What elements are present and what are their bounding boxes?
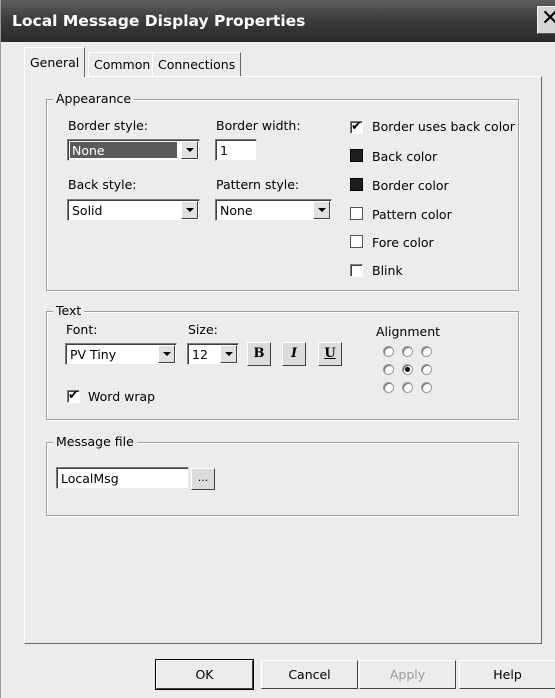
blink-label: Blink [372,263,403,278]
back-style-value: Solid [72,203,103,218]
alignment-label: Alignment [376,324,441,339]
border-style-value: None [70,142,177,158]
chevron-down-icon[interactable] [181,201,198,219]
border-width-input[interactable]: 1 [215,139,257,161]
pattern-style-select[interactable]: None [215,199,332,221]
align-top-center-radio[interactable] [402,346,413,357]
align-bottom-left-radio[interactable] [383,382,394,393]
bold-button[interactable]: B [247,342,271,366]
align-middle-center-radio[interactable] [402,364,413,375]
font-value: PV Tiny [70,347,117,362]
size-select[interactable]: 12 [187,343,239,365]
border-color-label[interactable]: Border color [372,179,449,193]
bold-icon: B [253,346,265,361]
border-width-label: Border width: [216,118,301,133]
title-bar[interactable]: Local Message Display Properties ✕ [1,0,555,42]
apply-label: Apply [389,667,426,682]
tab-common-label: Common [94,57,151,72]
pattern-color-label[interactable]: Pattern color [372,208,452,222]
size-value: 12 [192,347,208,362]
align-bottom-right-radio[interactable] [421,382,432,393]
border-width-value: 1 [220,143,228,158]
browse-button[interactable]: ... [191,468,215,490]
font-select[interactable]: PV Tiny [65,343,177,365]
close-button[interactable]: ✕ [537,6,555,34]
general-tab-panel: Appearance Border style: None Border wid… [24,76,542,644]
word-wrap-checkbox[interactable]: ✔ [67,388,80,403]
tab-connections[interactable]: Connections [152,52,242,76]
tab-general[interactable]: General [24,47,86,77]
back-style-select[interactable]: Solid [67,199,200,221]
size-label: Size: [188,322,218,337]
apply-button[interactable]: Apply [359,660,456,689]
border-style-label: Border style: [68,118,149,133]
ok-button[interactable]: OK [155,659,254,690]
window-title: Local Message Display Properties [12,12,306,30]
back-color-swatch[interactable] [350,149,363,162]
ok-label: OK [195,667,214,682]
message-file-value: LocalMsg [61,471,119,486]
checkmark-icon: ✔ [351,119,362,134]
align-top-right-radio[interactable] [421,346,432,357]
back-color-label[interactable]: Back color [372,150,437,164]
pattern-style-label: Pattern style: [216,177,300,192]
fore-color-label[interactable]: Fore color [372,236,434,250]
cancel-button[interactable]: Cancel [261,660,358,689]
back-style-label: Back style: [68,177,137,192]
align-bottom-center-radio[interactable] [402,382,413,393]
help-label: Help [493,667,522,682]
underline-icon: U [324,346,336,361]
border-uses-back-color-checkbox[interactable]: ✔ [350,119,363,134]
italic-button[interactable]: I [282,342,306,366]
align-middle-right-radio[interactable] [421,364,432,375]
blink-checkbox[interactable] [350,264,363,277]
message-file-legend: Message file [53,435,137,449]
font-label: Font: [66,322,98,337]
border-style-select[interactable]: None [67,139,200,161]
tab-connections-label: Connections [158,57,236,72]
chevron-down-icon[interactable] [158,345,175,363]
align-middle-left-radio[interactable] [383,364,394,375]
align-top-left-radio[interactable] [383,346,394,357]
chevron-down-icon[interactable] [313,201,330,219]
tab-general-label: General [30,55,80,70]
checkmark-icon: ✔ [68,388,79,403]
browse-label: ... [197,471,209,484]
italic-icon: I [290,346,298,361]
border-color-swatch[interactable] [350,178,363,191]
close-icon: ✕ [541,6,555,31]
tab-common[interactable]: Common [88,52,157,76]
underline-button[interactable]: U [318,342,342,366]
appearance-legend: Appearance [53,92,135,106]
text-legend: Text [53,304,85,318]
border-uses-back-color-label: Border uses back color [372,119,515,134]
help-button[interactable]: Help [459,660,555,689]
chevron-down-icon[interactable] [181,141,198,159]
pattern-style-value: None [220,203,253,218]
chevron-down-icon[interactable] [220,345,237,363]
cancel-label: Cancel [288,667,331,682]
pattern-color-swatch[interactable] [350,207,363,220]
word-wrap-label: Word wrap [88,389,156,404]
dialog-window: Local Message Display Properties ✕ Gener… [0,0,555,698]
fore-color-swatch[interactable] [350,235,363,248]
message-file-input[interactable]: LocalMsg [56,467,189,489]
